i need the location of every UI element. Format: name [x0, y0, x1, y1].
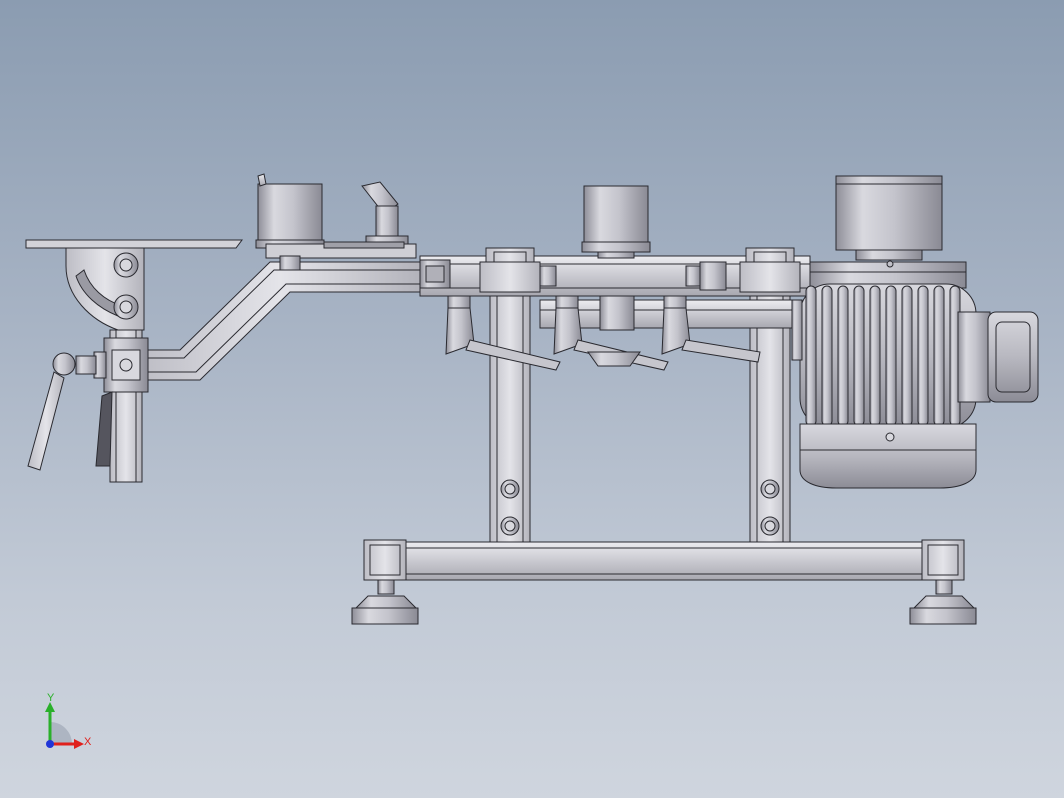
- post-left: [489, 261, 531, 543]
- machine-assembly-model[interactable]: [0, 0, 1064, 798]
- z-axis-dot: [46, 740, 54, 748]
- top-cylinder-left: [257, 183, 323, 243]
- top-cylinder-center: [583, 185, 649, 245]
- coordinate-triad: Y X: [40, 692, 96, 756]
- foot-left: [354, 595, 418, 609]
- clamp-lever: [27, 371, 65, 471]
- electric-motor: [791, 260, 1039, 489]
- angled-arm: [139, 261, 421, 381]
- cad-viewport[interactable]: Y X: [0, 0, 1064, 798]
- x-axis-label: X: [84, 736, 92, 748]
- left-tray: [25, 239, 243, 249]
- top-cylinder-right: [835, 175, 943, 251]
- foot-right: [912, 595, 976, 609]
- y-axis-label: Y: [47, 692, 55, 704]
